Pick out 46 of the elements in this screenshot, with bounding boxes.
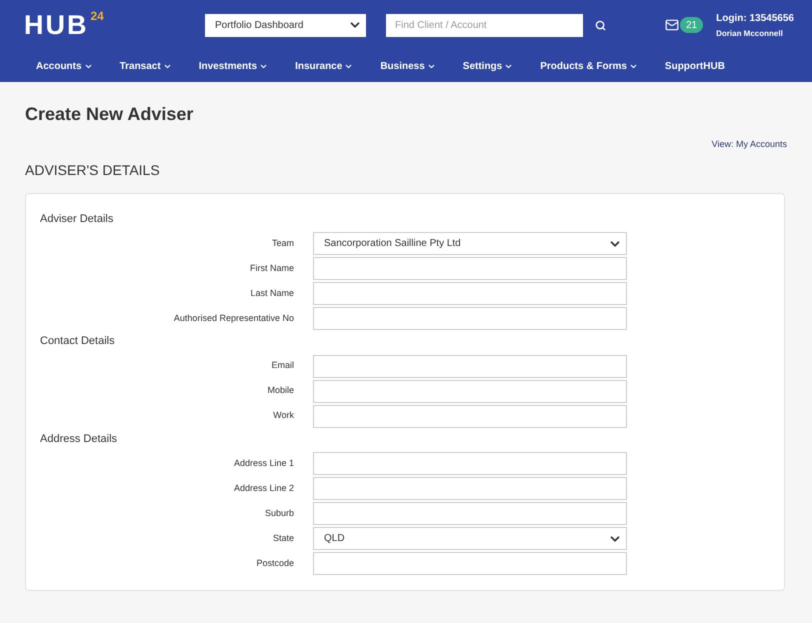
search-field[interactable]: Find Client / Account	[386, 14, 583, 36]
field-label: Work	[272, 409, 295, 422]
nav-item[interactable]: Products & Forms	[540, 58, 638, 74]
field-label: State	[272, 532, 295, 545]
select-field[interactable]: Sancorporation Sailline Pty Ltd	[313, 232, 627, 255]
field-label: Suburb	[264, 506, 295, 520]
search-button[interactable]	[595, 20, 606, 30]
nav-item[interactable]: Accounts	[36, 58, 93, 74]
user-name: Dorian Mcconnell	[716, 28, 784, 40]
nav-item[interactable]: SupportHUB	[664, 58, 725, 74]
nav-item[interactable]: Business	[380, 58, 436, 74]
field-label: Mobile	[266, 384, 295, 398]
section-heading: Contact Details	[40, 334, 116, 349]
input-field[interactable]	[313, 404, 627, 428]
search-icon	[595, 20, 606, 30]
section-heading: Address Details	[40, 432, 118, 446]
field-label: Email	[270, 359, 295, 372]
nav-item[interactable]: Insurance	[295, 58, 354, 74]
nav-item[interactable]: Settings	[462, 58, 514, 74]
input-field[interactable]	[313, 502, 627, 525]
input-field[interactable]	[313, 354, 627, 378]
field-label: Address Line 2	[232, 482, 295, 495]
input-field[interactable]	[313, 552, 627, 575]
field-label: Postcode	[255, 556, 295, 570]
mail-icon[interactable]	[665, 18, 679, 32]
input-field[interactable]	[313, 257, 627, 280]
field-label: First Name	[248, 262, 295, 275]
section-title: ADVISER'S DETAILS	[25, 160, 161, 180]
field-label: Address Line 1	[232, 456, 295, 470]
input-field[interactable]	[313, 380, 627, 402]
input-field[interactable]	[313, 477, 627, 500]
nav-item[interactable]: Transact	[120, 58, 172, 74]
select-field[interactable]: QLD	[313, 527, 627, 550]
login-number: Login: 13545656	[716, 12, 794, 26]
nav-item[interactable]: Investments	[198, 58, 268, 74]
dashboard-select[interactable]: Portfolio Dashboard	[205, 14, 366, 36]
input-field[interactable]	[313, 307, 627, 330]
field-label: Last Name	[249, 286, 295, 300]
input-field[interactable]	[313, 452, 627, 475]
field-label: Authorised Representative No	[172, 312, 295, 325]
message-count-badge: 21	[680, 17, 704, 33]
page-title: Create New Adviser	[25, 103, 194, 126]
view-accounts-link[interactable]: View: My Accounts	[712, 138, 787, 152]
input-field[interactable]	[313, 282, 627, 305]
section-heading: Adviser Details	[40, 212, 114, 226]
field-label: Team	[270, 236, 295, 250]
